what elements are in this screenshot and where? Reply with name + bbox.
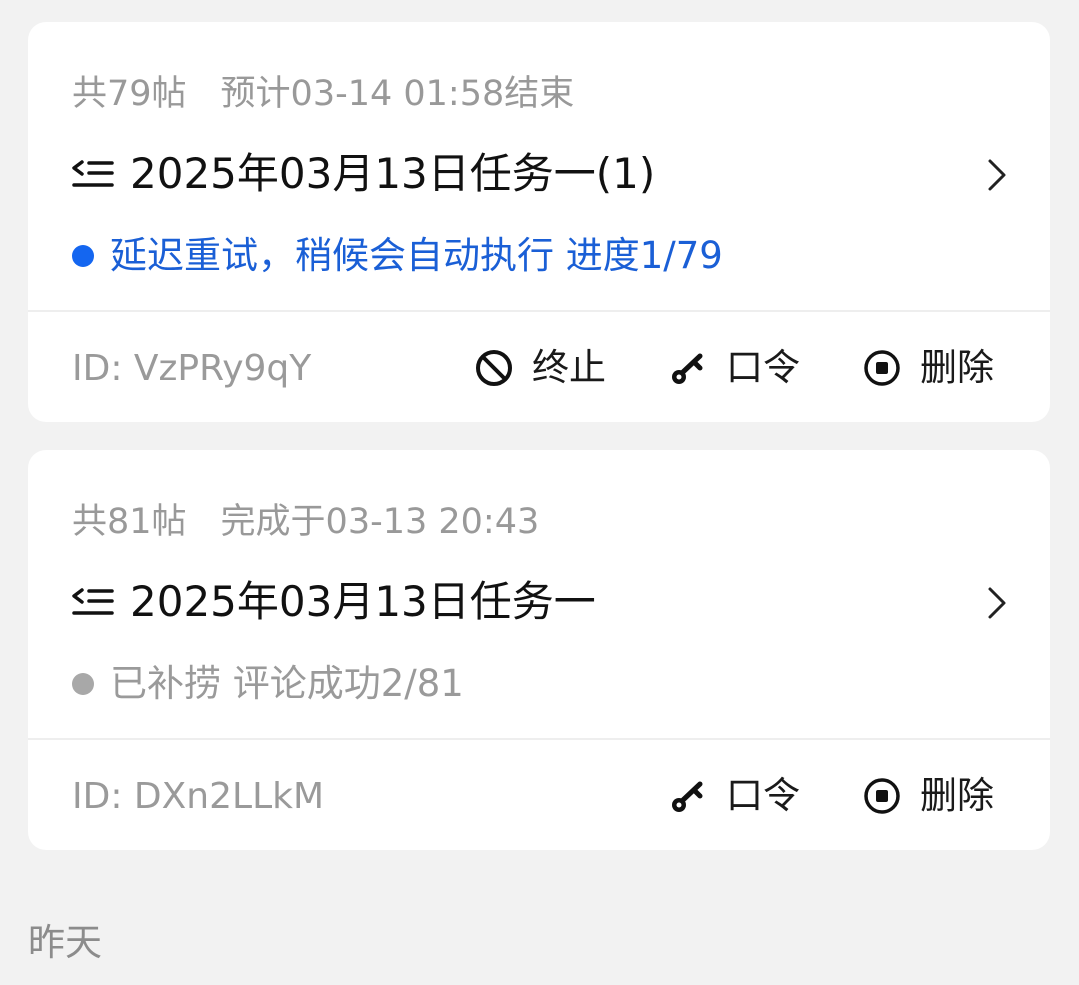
task-id: ID: DXn2LLkM [72, 775, 325, 817]
task-title: 2025年03月13日任务一(1) [130, 149, 656, 198]
delete-label: 删除 [920, 346, 994, 389]
stop-circle-icon [864, 778, 900, 814]
task-card: 共79帖 预计03-14 01:58结束 2025年03月13日任务一(1) 延迟… [28, 22, 1050, 422]
task-status: 延迟重试，稍候会自动执行 进度1/79 [72, 232, 723, 280]
status-dot [72, 673, 94, 695]
list-indent-icon [72, 584, 116, 620]
delete-button[interactable]: 删除 [862, 772, 994, 820]
task-status: 已补捞 评论成功2/81 [72, 660, 464, 708]
stop-circle-icon [864, 350, 900, 386]
task-meta: 共79帖 预计03-14 01:58结束 [72, 72, 574, 116]
chevron-right-icon[interactable] [980, 158, 1010, 192]
status-dot [72, 245, 94, 267]
terminate-button[interactable]: 终止 [474, 344, 606, 392]
password-button[interactable]: 口令 [668, 772, 800, 820]
task-title-row[interactable]: 2025年03月13日任务一(1) [72, 146, 1010, 202]
password-label: 口令 [726, 774, 800, 817]
task-id: ID: VzPRy9qY [72, 347, 312, 389]
list-indent-icon [72, 156, 116, 192]
task-footer: ID: VzPRy9qY 终止 口令 删除 [72, 342, 994, 394]
ban-icon [476, 350, 512, 386]
chevron-right-icon[interactable] [980, 586, 1010, 620]
task-meta: 共81帖 完成于03-13 20:43 [72, 500, 539, 544]
post-count: 共79帖 [72, 74, 187, 114]
password-label: 口令 [726, 346, 800, 389]
task-footer: ID: DXn2LLkM 口令 删除 [72, 770, 994, 822]
section-label-yesterday: 昨天 [28, 921, 102, 964]
terminate-label: 终止 [532, 346, 606, 389]
key-icon [672, 353, 703, 384]
status-text: 延迟重试，稍候会自动执行 进度1/79 [110, 234, 723, 277]
divider [28, 310, 1050, 312]
delete-button[interactable]: 删除 [862, 344, 994, 392]
task-card: 共81帖 完成于03-13 20:43 2025年03月13日任务一 已补捞 评论… [28, 450, 1050, 850]
delete-label: 删除 [920, 774, 994, 817]
task-time: 预计03-14 01:58结束 [220, 74, 575, 114]
post-count: 共81帖 [72, 502, 187, 542]
status-text: 已补捞 评论成功2/81 [110, 662, 464, 705]
task-time: 完成于03-13 20:43 [220, 502, 540, 542]
task-title-row[interactable]: 2025年03月13日任务一 [72, 574, 1010, 630]
key-icon [672, 781, 703, 812]
divider [28, 738, 1050, 740]
password-button[interactable]: 口令 [668, 344, 800, 392]
task-title: 2025年03月13日任务一 [130, 577, 596, 626]
